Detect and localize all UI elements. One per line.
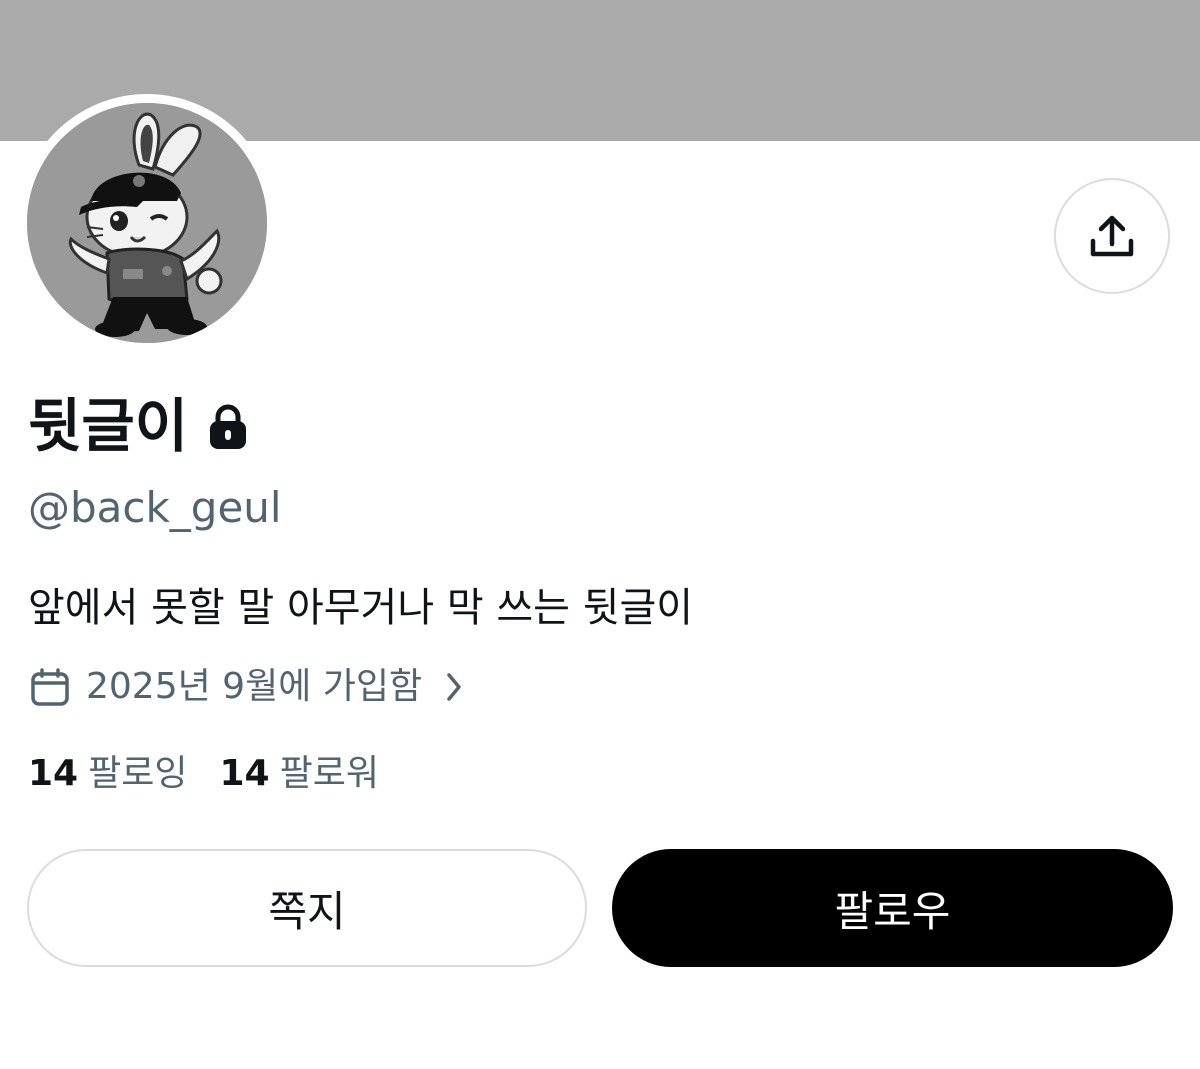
profile-name-row: 뒷글이 [28,386,248,466]
calendar-icon [31,668,69,706]
profile-bio: 앞에서 못할 말 아무거나 막 쓰는 뒷글이 [28,585,694,631]
following-stat[interactable]: 14 팔로잉 [28,746,187,802]
share-button[interactable] [1054,178,1170,294]
followers-stat[interactable]: 14 팔로워 [219,746,378,802]
message-button[interactable]: 쪽지 [27,849,587,967]
join-date-row[interactable]: 2025년 9월에 가입함 [30,660,464,714]
follow-button[interactable]: 팔로우 [612,849,1173,967]
share-icon [1090,215,1134,257]
join-date-text: 2025년 9월에 가입함 [86,666,423,707]
username-handle: @back_geul [28,483,282,532]
followers-label: 팔로워 [279,753,379,794]
following-label: 팔로잉 [88,753,188,794]
display-name: 뒷글이 [28,392,189,460]
lock-icon [208,401,248,451]
profile-page: 뒷글이 @back_geul 앞에서 못할 말 아무거나 막 쓰는 뒷글이 20… [0,0,1200,1069]
avatar[interactable] [27,103,267,343]
following-count: 14 [28,753,79,794]
chevron-right-icon [444,671,464,703]
follow-stats: 14 팔로잉 14 팔로워 [28,746,379,802]
rabbit-avatar-image [27,103,267,343]
followers-count: 14 [219,753,270,794]
